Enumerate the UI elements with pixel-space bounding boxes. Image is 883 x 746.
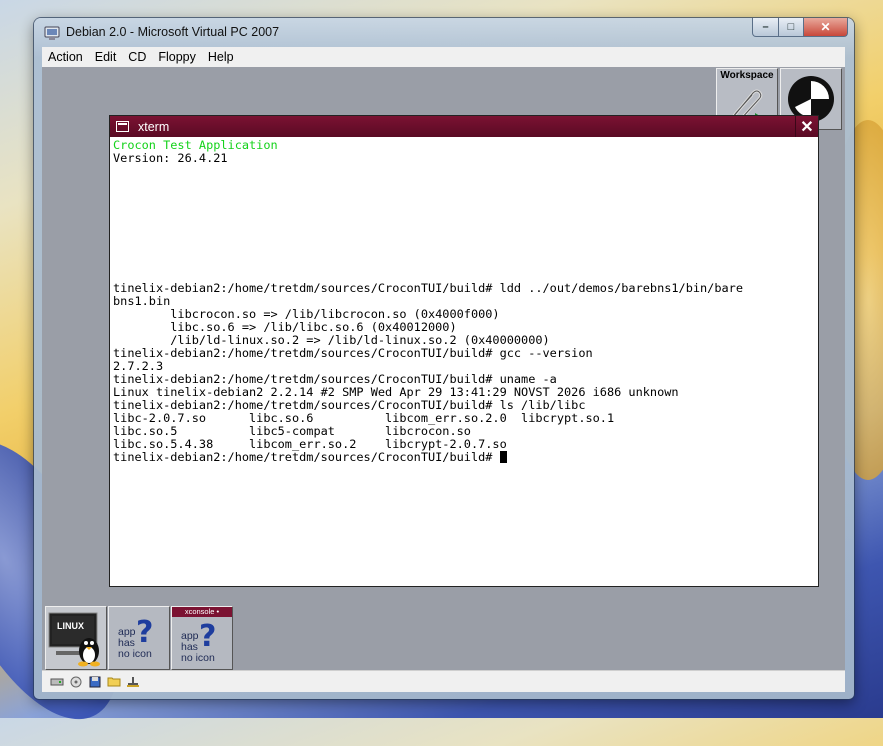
app-label-line: no icon	[118, 648, 152, 660]
floppy-icon[interactable]	[88, 676, 102, 688]
virtual-pc-app-icon	[44, 26, 60, 40]
terminal-line: libc-2.0.7.so libc.so.6 libcom_err.so.2.…	[113, 411, 615, 425]
menu-edit[interactable]: Edit	[89, 50, 123, 64]
caption-buttons: – □ ✕	[752, 18, 848, 37]
maximize-icon: □	[787, 21, 795, 33]
guest-screen[interactable]: Workspace xterm ✕ Crocon Test Applicatio…	[42, 67, 845, 670]
linux-label: LINUX	[57, 621, 84, 631]
taskbar-xconsole-icon[interactable]: xconsole • ? app has no icon	[171, 606, 233, 670]
window-title: Debian 2.0 - Microsoft Virtual PC 2007	[66, 25, 280, 39]
minimize-button[interactable]: –	[752, 18, 779, 37]
terminal-line: Version: 26.4.21	[113, 151, 228, 165]
app-label-line: no icon	[181, 652, 215, 664]
xconsole-caption: xconsole •	[172, 607, 232, 617]
menu-help[interactable]: Help	[202, 50, 240, 64]
window-menu-icon[interactable]	[116, 121, 129, 132]
xterm-title: xterm	[138, 119, 170, 134]
taskbar-linux-icon[interactable]: LINUX	[45, 606, 107, 670]
terminal-line: libc.so.6 => /lib/libc.so.6 (0x40012000)	[113, 320, 457, 334]
terminal-line: libc.so.5.4.38 libcom_err.so.2 libcrypt-…	[113, 437, 507, 451]
harddisk-icon[interactable]	[50, 676, 64, 688]
terminal-line: bns1.bin	[113, 294, 171, 308]
terminal-line: tinelix-debian2:/home/tretdm/sources/Cro…	[113, 398, 586, 412]
menu-floppy[interactable]: Floppy	[152, 50, 202, 64]
shared-folder-icon[interactable]	[107, 676, 121, 688]
terminal-line: libc.so.5 libc5-compat libcrocon.so	[113, 424, 471, 438]
workspace-label: Workspace	[720, 70, 774, 81]
menubar: Action Edit CD Floppy Help	[42, 47, 845, 68]
menu-action[interactable]: Action	[42, 50, 89, 64]
text-cursor	[499, 451, 507, 463]
window-titlebar[interactable]: Debian 2.0 - Microsoft Virtual PC 2007 –…	[34, 18, 854, 48]
app-label: app has no icon	[118, 627, 152, 660]
maximize-button[interactable]: □	[779, 18, 804, 37]
terminal-line: 2.7.2.3	[113, 359, 164, 373]
network-icon[interactable]	[126, 676, 140, 688]
close-icon: ✕	[820, 20, 831, 34]
minimize-icon: –	[762, 21, 769, 33]
terminal-line: /lib/ld-linux.so.2 => /lib/ld-linux.so.2…	[113, 333, 550, 347]
taskbar-app-icon[interactable]: ? app has no icon	[108, 606, 170, 670]
close-button[interactable]: ✕	[804, 18, 848, 37]
terminal-output[interactable]: Crocon Test Application Version: 26.4.21…	[113, 139, 816, 584]
menu-cd[interactable]: CD	[122, 50, 152, 64]
app-label: app has no icon	[181, 631, 215, 664]
terminal-line: tinelix-debian2:/home/tretdm/sources/Cro…	[113, 346, 593, 360]
terminal-line: tinelix-debian2:/home/tretdm/sources/Cro…	[113, 281, 743, 295]
close-icon: ✕	[800, 118, 814, 136]
xterm-close-button[interactable]: ✕	[795, 116, 818, 137]
cd-drive-icon[interactable]	[69, 676, 83, 688]
status-bar	[42, 670, 845, 692]
terminal-line: libcrocon.so => /lib/libcrocon.so (0x400…	[113, 307, 500, 321]
terminal-line: Linux tinelix-debian2 2.2.14 #2 SMP Wed …	[113, 385, 679, 399]
tux-monitor-icon	[48, 612, 100, 667]
xterm-window[interactable]: xterm ✕ Crocon Test Application Version:…	[109, 115, 819, 587]
xterm-titlebar[interactable]: xterm ✕	[110, 116, 818, 137]
terminal-line: tinelix-debian2:/home/tretdm/sources/Cro…	[113, 372, 557, 386]
terminal-header-line: Crocon Test Application	[113, 138, 278, 152]
virtual-pc-window: Debian 2.0 - Microsoft Virtual PC 2007 –…	[34, 18, 854, 699]
terminal-prompt: tinelix-debian2:/home/tretdm/sources/Cro…	[113, 450, 500, 464]
